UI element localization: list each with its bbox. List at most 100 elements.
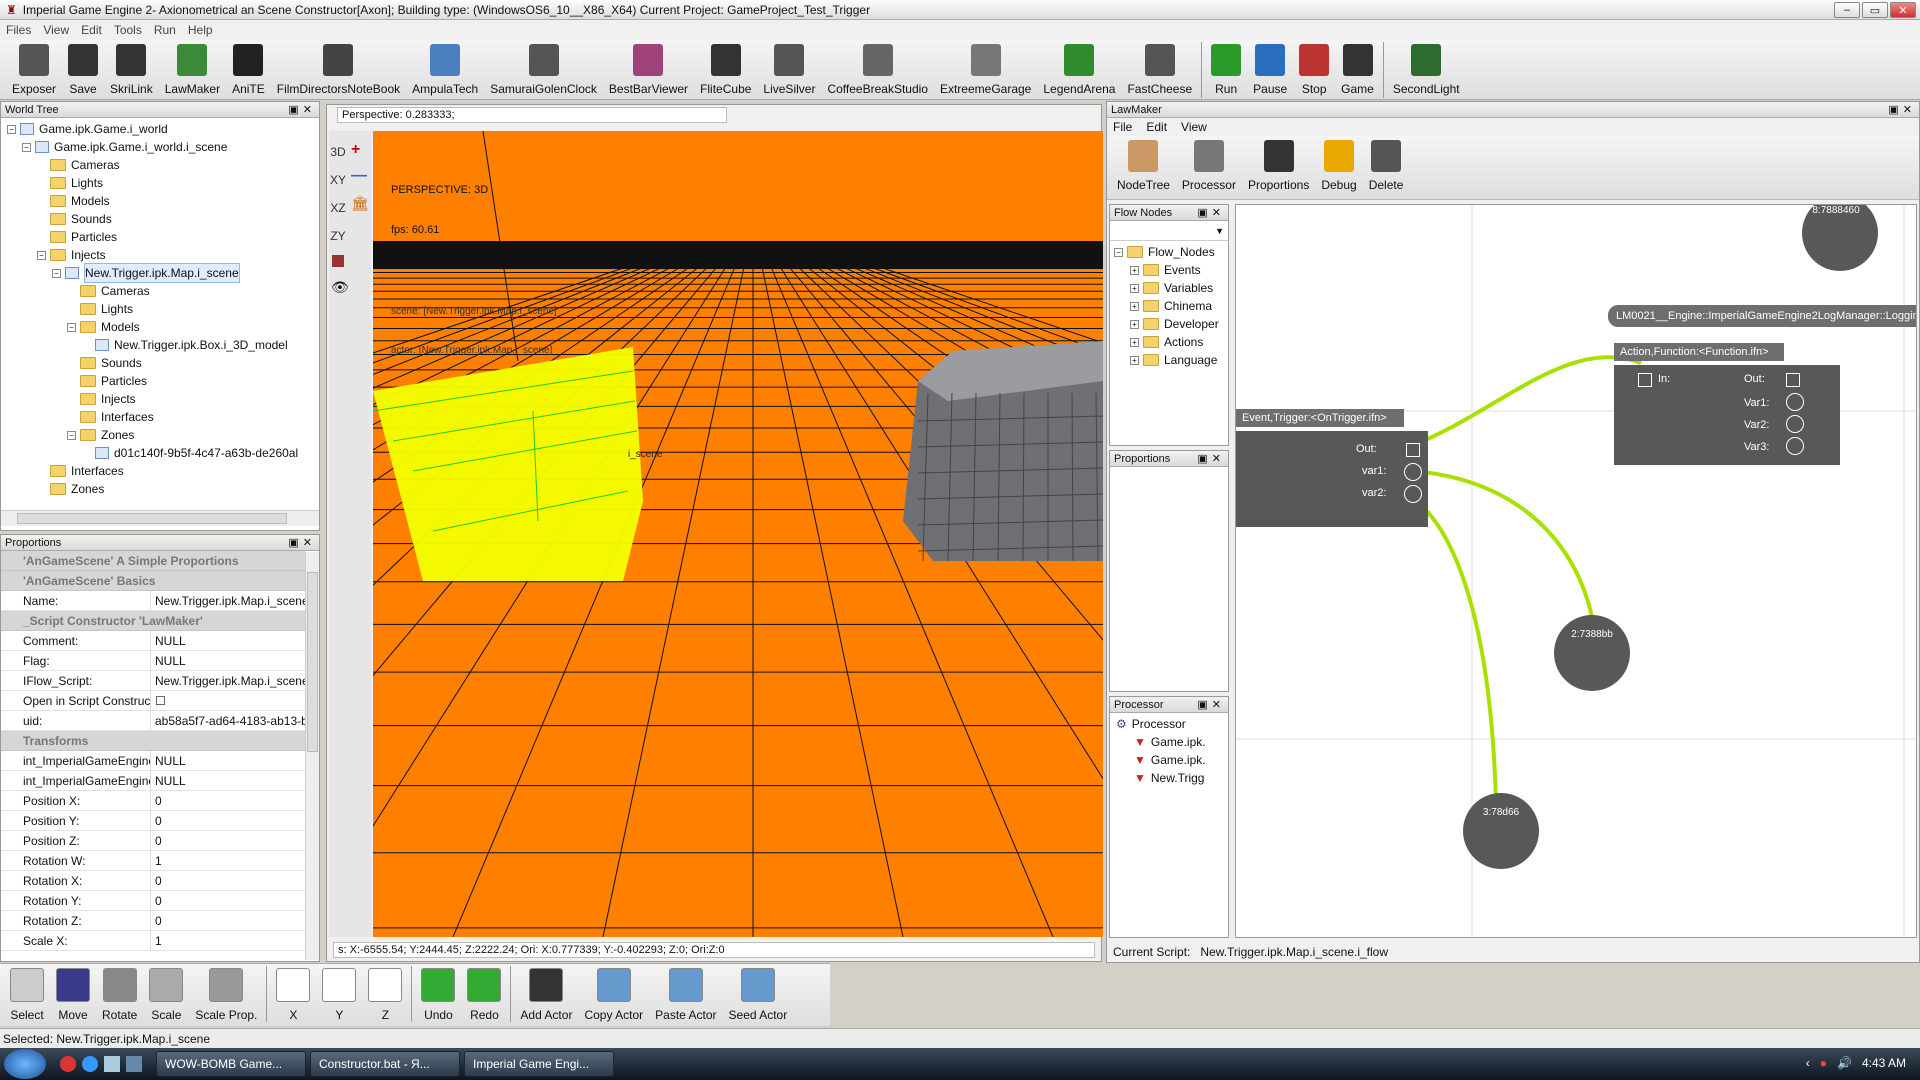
property-category[interactable]: 'AnGameScene' A Simple Proportions: [1, 551, 305, 571]
tree-item[interactable]: Particles: [7, 228, 319, 246]
collapse-icon[interactable]: −: [67, 430, 76, 440]
toolbar-fastcheese-button[interactable]: FastCheese: [1121, 40, 1198, 98]
tree-item[interactable]: New.Trigger.ipk.Box.i_3D_model: [7, 336, 319, 354]
add-actor-button[interactable]: Add Actor: [514, 964, 578, 1022]
property-category[interactable]: Transforms: [1, 731, 305, 751]
action-node[interactable]: Action,Function:<Function.ifn> In: Out: …: [1614, 343, 1840, 467]
render-mode-icon[interactable]: [332, 255, 344, 267]
property-category[interactable]: _Script Constructor 'LawMaker': [1, 611, 305, 631]
tree-item[interactable]: − New.Trigger.ipk.Map.i_scene: [7, 263, 319, 283]
lawmaker-processor-button[interactable]: Processor: [1176, 136, 1242, 194]
property-row[interactable]: Rotation Z: 0: [1, 911, 305, 931]
x-axis-button[interactable]: X: [270, 964, 316, 1022]
flow-node-item[interactable]: − Flow_Nodes: [1114, 243, 1228, 261]
action-out-port[interactable]: [1786, 373, 1800, 387]
property-row[interactable]: Name: New.Trigger.ipk.Map.i_scene: [1, 591, 305, 611]
scale-prop-button[interactable]: Scale Prop.: [189, 964, 263, 1022]
lawmaker-proportions-button[interactable]: Proportions: [1242, 136, 1315, 194]
toolbar-livesilver-button[interactable]: LiveSilver: [757, 40, 821, 98]
property-row[interactable]: Comment: NULL: [1, 631, 305, 651]
processor-item[interactable]: ▼ New.Trigg: [1116, 769, 1228, 787]
property-row[interactable]: Scale X: 1: [1, 931, 305, 951]
toolbar-pause-button[interactable]: Pause: [1247, 40, 1293, 98]
property-value[interactable]: 0: [151, 894, 305, 908]
toolbar-legendarena-button[interactable]: LegendArena: [1037, 40, 1121, 98]
expand-icon[interactable]: +: [1130, 283, 1139, 293]
menu-help[interactable]: Help: [188, 23, 213, 37]
expand-icon[interactable]: +: [1130, 265, 1139, 275]
move-button[interactable]: Move: [50, 964, 96, 1022]
start-button[interactable]: [4, 1049, 46, 1079]
tree-item[interactable]: Sounds: [7, 354, 319, 372]
property-value[interactable]: NULL: [151, 754, 305, 768]
building-icon[interactable]: 🏛: [351, 195, 369, 212]
desktop-icon[interactable]: [126, 1056, 142, 1072]
lawmaker-nodetree-button[interactable]: NodeTree: [1111, 136, 1176, 194]
undo-button[interactable]: Undo: [415, 964, 461, 1022]
action-in-port[interactable]: [1638, 373, 1652, 387]
property-value[interactable]: ab58a5f7-ad64-4183-ab13-b: [151, 714, 305, 728]
expand-icon[interactable]: +: [1130, 319, 1139, 329]
viewport-3d[interactable]: PERSPECTIVE: 3D fps: 60.61 scene: [New.T…: [373, 131, 1103, 937]
toolbar-samuraigolenclock-button[interactable]: SamuraiGolenClock: [484, 40, 603, 98]
property-value[interactable]: 1: [151, 934, 305, 948]
panel-controls-icon[interactable]: ▣✕: [1197, 698, 1225, 711]
lawmaker-debug-button[interactable]: Debug: [1315, 136, 1362, 194]
tree-item[interactable]: Particles: [7, 372, 319, 390]
flow-canvas[interactable]: 8:7888460 2:7388bb 3:78d66 LM0021__Engin…: [1235, 204, 1917, 938]
processor-item[interactable]: ▼ Game.ipk.: [1116, 751, 1228, 769]
property-value[interactable]: NULL: [151, 634, 305, 648]
log-node[interactable]: LM0021__Engine::ImperialGameEngine2LogMa…: [1608, 305, 1916, 327]
collapse-icon[interactable]: −: [37, 250, 46, 260]
lawmaker-menu-view[interactable]: View: [1181, 120, 1207, 134]
tree-item[interactable]: Models: [7, 192, 319, 210]
property-row[interactable]: int_ImperialGameEngine NULL: [1, 771, 305, 791]
tree-item[interactable]: d01c140f-9b5f-4c47-a63b-de260al: [7, 444, 319, 462]
z-axis-button[interactable]: Z: [362, 964, 408, 1022]
taskbar-task[interactable]: Constructor.bat - Я...: [310, 1051, 460, 1077]
toolbar-game-button[interactable]: Game: [1335, 40, 1380, 98]
toolbar-bestbarviewer-button[interactable]: BestBarViewer: [603, 40, 694, 98]
property-value[interactable]: New.Trigger.ipk.Map.i_scene: [151, 674, 305, 688]
seed-actor-button[interactable]: Seed Actor: [723, 964, 794, 1022]
tree-item[interactable]: Lights: [7, 174, 319, 192]
flow-node-item[interactable]: + Events: [1114, 261, 1228, 279]
browser-icon[interactable]: [60, 1056, 76, 1072]
tree-item[interactable]: − Game.ipk.Game.i_world.i_scene: [7, 138, 319, 156]
tree-item[interactable]: Lights: [7, 300, 319, 318]
flow-node-item[interactable]: + Language: [1114, 351, 1228, 369]
toolbar-run-button[interactable]: Run: [1205, 40, 1247, 98]
tree-item[interactable]: − Zones: [7, 426, 319, 444]
tree-item[interactable]: Interfaces: [7, 408, 319, 426]
property-value[interactable]: 0: [151, 794, 305, 808]
menu-tools[interactable]: Tools: [114, 23, 142, 37]
lawmaker-menu-file[interactable]: File: [1113, 120, 1132, 134]
perspective-field[interactable]: Perspective: 0.283333;: [337, 107, 727, 123]
panel-controls-icon[interactable]: ▣✕: [288, 103, 316, 116]
toolbar-filmdirectorsnotebook-button[interactable]: FilmDirectorsNoteBook: [271, 40, 406, 98]
toolbar-coffeebreakstudio-button[interactable]: CoffeeBreakStudio: [821, 40, 934, 98]
tree-item[interactable]: Cameras: [7, 282, 319, 300]
property-row[interactable]: Flag: NULL: [1, 651, 305, 671]
action-var2-port[interactable]: [1786, 415, 1804, 433]
property-row[interactable]: Position X: 0: [1, 791, 305, 811]
property-value[interactable]: NULL: [151, 654, 305, 668]
tree-item[interactable]: Cameras: [7, 156, 319, 174]
tree-item[interactable]: − Game.ipk.Game.i_world: [7, 120, 319, 138]
horizontal-scrollbar[interactable]: [1, 510, 319, 526]
y-axis-button[interactable]: Y: [316, 964, 362, 1022]
toolbar-exposer-button[interactable]: Exposer: [6, 40, 62, 98]
event-var1-port[interactable]: [1404, 463, 1422, 481]
processor-item[interactable]: ⚙ Processor: [1116, 715, 1228, 733]
toolbar-flitecube-button[interactable]: FliteCube: [694, 40, 757, 98]
event-node[interactable]: Event,Trigger:<OnTrigger.ifn> Out: var1:…: [1236, 409, 1428, 527]
collapse-icon[interactable]: −: [67, 322, 76, 332]
lawmaker-delete-button[interactable]: Delete: [1363, 136, 1410, 194]
paste-actor-button[interactable]: Paste Actor: [649, 964, 722, 1022]
property-category[interactable]: 'AnGameScene' Basics: [1, 571, 305, 591]
lawmaker-menu-edit[interactable]: Edit: [1146, 120, 1167, 134]
view-3d-tab[interactable]: 3D: [329, 145, 347, 159]
flow-node-item[interactable]: + Developer: [1114, 315, 1228, 333]
expand-icon[interactable]: −: [1114, 247, 1123, 257]
tree-item[interactable]: − Injects: [7, 246, 319, 264]
